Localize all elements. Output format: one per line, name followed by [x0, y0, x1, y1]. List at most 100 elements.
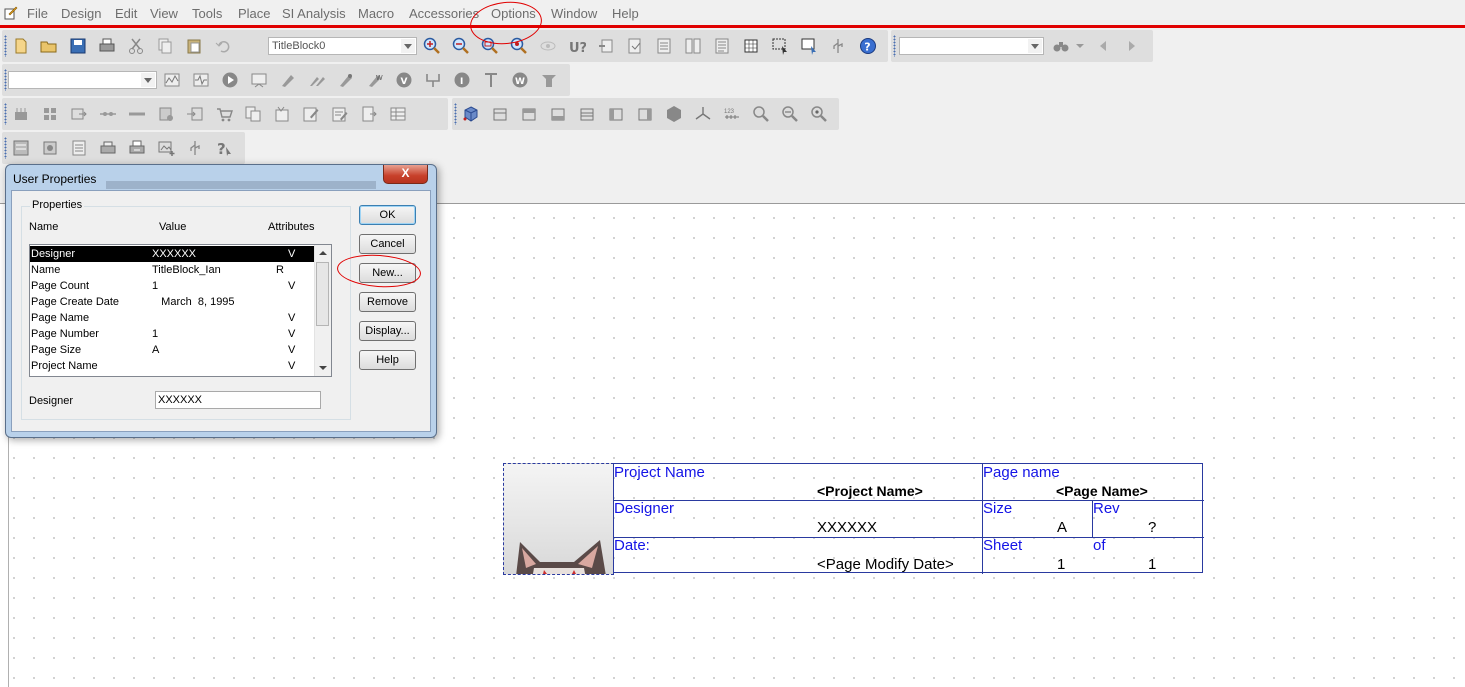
- cube-3d-icon[interactable]: [462, 105, 480, 123]
- snap-grid-icon[interactable]: [742, 37, 760, 55]
- ruler-icon[interactable]: 123: [723, 105, 741, 123]
- top-view-icon[interactable]: [549, 105, 567, 123]
- back-annotate-icon[interactable]: [597, 37, 615, 55]
- table-icon[interactable]: [389, 105, 407, 123]
- menu-accessories[interactable]: Accessories: [409, 6, 479, 21]
- bill-of-materials-icon[interactable]: [713, 37, 731, 55]
- bias-power-icon[interactable]: W: [511, 71, 529, 89]
- cart-icon[interactable]: [215, 105, 233, 123]
- view-results-icon[interactable]: [250, 71, 268, 89]
- menu-file[interactable]: File: [27, 6, 48, 21]
- undo-icon[interactable]: [214, 37, 232, 55]
- cut-icon[interactable]: [127, 37, 145, 55]
- zoom-in-icon[interactable]: [423, 37, 441, 55]
- area-select-icon[interactable]: [771, 37, 789, 55]
- scroll-thumb[interactable]: [316, 262, 329, 326]
- scroll-down-icon[interactable]: [315, 360, 331, 376]
- context-help-icon[interactable]: ?: [215, 139, 233, 157]
- part-icon[interactable]: [12, 105, 30, 123]
- plot-icon[interactable]: [128, 139, 146, 157]
- component-grid-icon[interactable]: [41, 105, 59, 123]
- list-item[interactable]: Name TitleBlock_Ian R: [30, 262, 316, 278]
- toolbar-grip[interactable]: [454, 103, 457, 125]
- simulation-profile-icon[interactable]: [192, 71, 210, 89]
- open-folder-icon[interactable]: [40, 37, 58, 55]
- usb-connect-icon[interactable]: [186, 139, 204, 157]
- remove-button[interactable]: Remove: [359, 292, 416, 312]
- wire-icon[interactable]: [99, 105, 117, 123]
- zoom-3d-fit-icon[interactable]: [810, 105, 828, 123]
- run-icon[interactable]: [221, 71, 239, 89]
- enable-current-icon[interactable]: [482, 71, 500, 89]
- library-icon[interactable]: [157, 105, 175, 123]
- list-item[interactable]: Page Create Date March 8, 1995: [30, 294, 316, 310]
- save-icon[interactable]: [69, 37, 87, 55]
- annotate-u-icon[interactable]: U?: [568, 37, 586, 55]
- titleblock-combo[interactable]: TitleBlock0: [268, 37, 417, 55]
- properties-edit-icon[interactable]: [331, 105, 349, 123]
- zoom-3d-in-icon[interactable]: [752, 105, 770, 123]
- zoom-3d-out-icon[interactable]: [781, 105, 799, 123]
- differential-marker-icon[interactable]: [308, 71, 326, 89]
- menu-help[interactable]: Help: [612, 6, 639, 21]
- chevron-down-icon[interactable]: [1071, 37, 1089, 55]
- edit-icon[interactable]: [302, 105, 320, 123]
- axes-icon[interactable]: [694, 105, 712, 123]
- drag-select-icon[interactable]: [800, 37, 818, 55]
- waveform-icon[interactable]: [163, 71, 181, 89]
- binoculars-icon[interactable]: [1052, 37, 1070, 55]
- chevron-down-icon[interactable]: [141, 73, 155, 87]
- paste-icon[interactable]: [185, 37, 203, 55]
- designer-value-field[interactable]: XXXXXX: [155, 391, 321, 409]
- current-marker-icon[interactable]: [337, 71, 355, 89]
- cross-reference-icon[interactable]: [684, 37, 702, 55]
- enable-power-icon[interactable]: [540, 71, 558, 89]
- menu-macro[interactable]: Macro: [358, 6, 394, 21]
- list-item[interactable]: Designer XXXXXX V: [30, 246, 316, 262]
- voltage-marker-icon[interactable]: [279, 71, 297, 89]
- right-view-icon[interactable]: [636, 105, 654, 123]
- title-block[interactable]: Project Name <Project Name> Page name <P…: [503, 463, 1204, 575]
- import-icon[interactable]: [186, 105, 204, 123]
- toolbar-grip[interactable]: [4, 137, 7, 159]
- hierarchy-icon[interactable]: [41, 139, 59, 157]
- print-preview-icon[interactable]: [99, 139, 117, 157]
- previous-icon[interactable]: [1094, 37, 1112, 55]
- script-icon[interactable]: [273, 105, 291, 123]
- menu-tools[interactable]: Tools: [192, 6, 222, 21]
- chevron-down-icon[interactable]: [1028, 39, 1042, 53]
- display-button[interactable]: Display...: [359, 321, 416, 341]
- export-icon[interactable]: [70, 105, 88, 123]
- toolbar-grip[interactable]: [4, 103, 7, 125]
- schematic-icon[interactable]: [12, 139, 30, 157]
- menu-place[interactable]: Place: [238, 6, 271, 21]
- close-button[interactable]: X: [383, 165, 428, 184]
- column-header-attributes[interactable]: Attributes: [268, 221, 314, 233]
- zoom-out-icon[interactable]: [452, 37, 470, 55]
- bias-current-icon[interactable]: I: [453, 71, 471, 89]
- toolbar-grip[interactable]: [4, 69, 7, 91]
- power-marker-icon[interactable]: W: [366, 71, 384, 89]
- back-view-icon[interactable]: [520, 105, 538, 123]
- list-item[interactable]: Page Name V: [30, 310, 316, 326]
- hexagon-icon[interactable]: [665, 105, 683, 123]
- copy-page-icon[interactable]: [244, 105, 262, 123]
- copy-icon[interactable]: [156, 37, 174, 55]
- bias-voltage-icon[interactable]: V: [395, 71, 413, 89]
- list-item[interactable]: Page Number 1 V: [30, 326, 316, 342]
- menu-edit[interactable]: Edit: [115, 6, 137, 21]
- menu-si-analysis[interactable]: SI Analysis: [282, 6, 346, 21]
- list-scrollbar[interactable]: [314, 245, 331, 376]
- page-forward-icon[interactable]: [360, 105, 378, 123]
- menu-view[interactable]: View: [150, 6, 178, 21]
- column-header-value[interactable]: Value: [159, 221, 186, 233]
- eye-icon[interactable]: [539, 37, 557, 55]
- toolbar-grip[interactable]: [893, 35, 896, 57]
- document-icon[interactable]: [70, 139, 88, 157]
- list-item[interactable]: Project Name V: [30, 358, 316, 374]
- part-combo[interactable]: [8, 71, 157, 89]
- new-file-icon[interactable]: [12, 37, 30, 55]
- front-view-icon[interactable]: [491, 105, 509, 123]
- next-icon[interactable]: [1123, 37, 1141, 55]
- help-icon[interactable]: ?: [859, 37, 877, 55]
